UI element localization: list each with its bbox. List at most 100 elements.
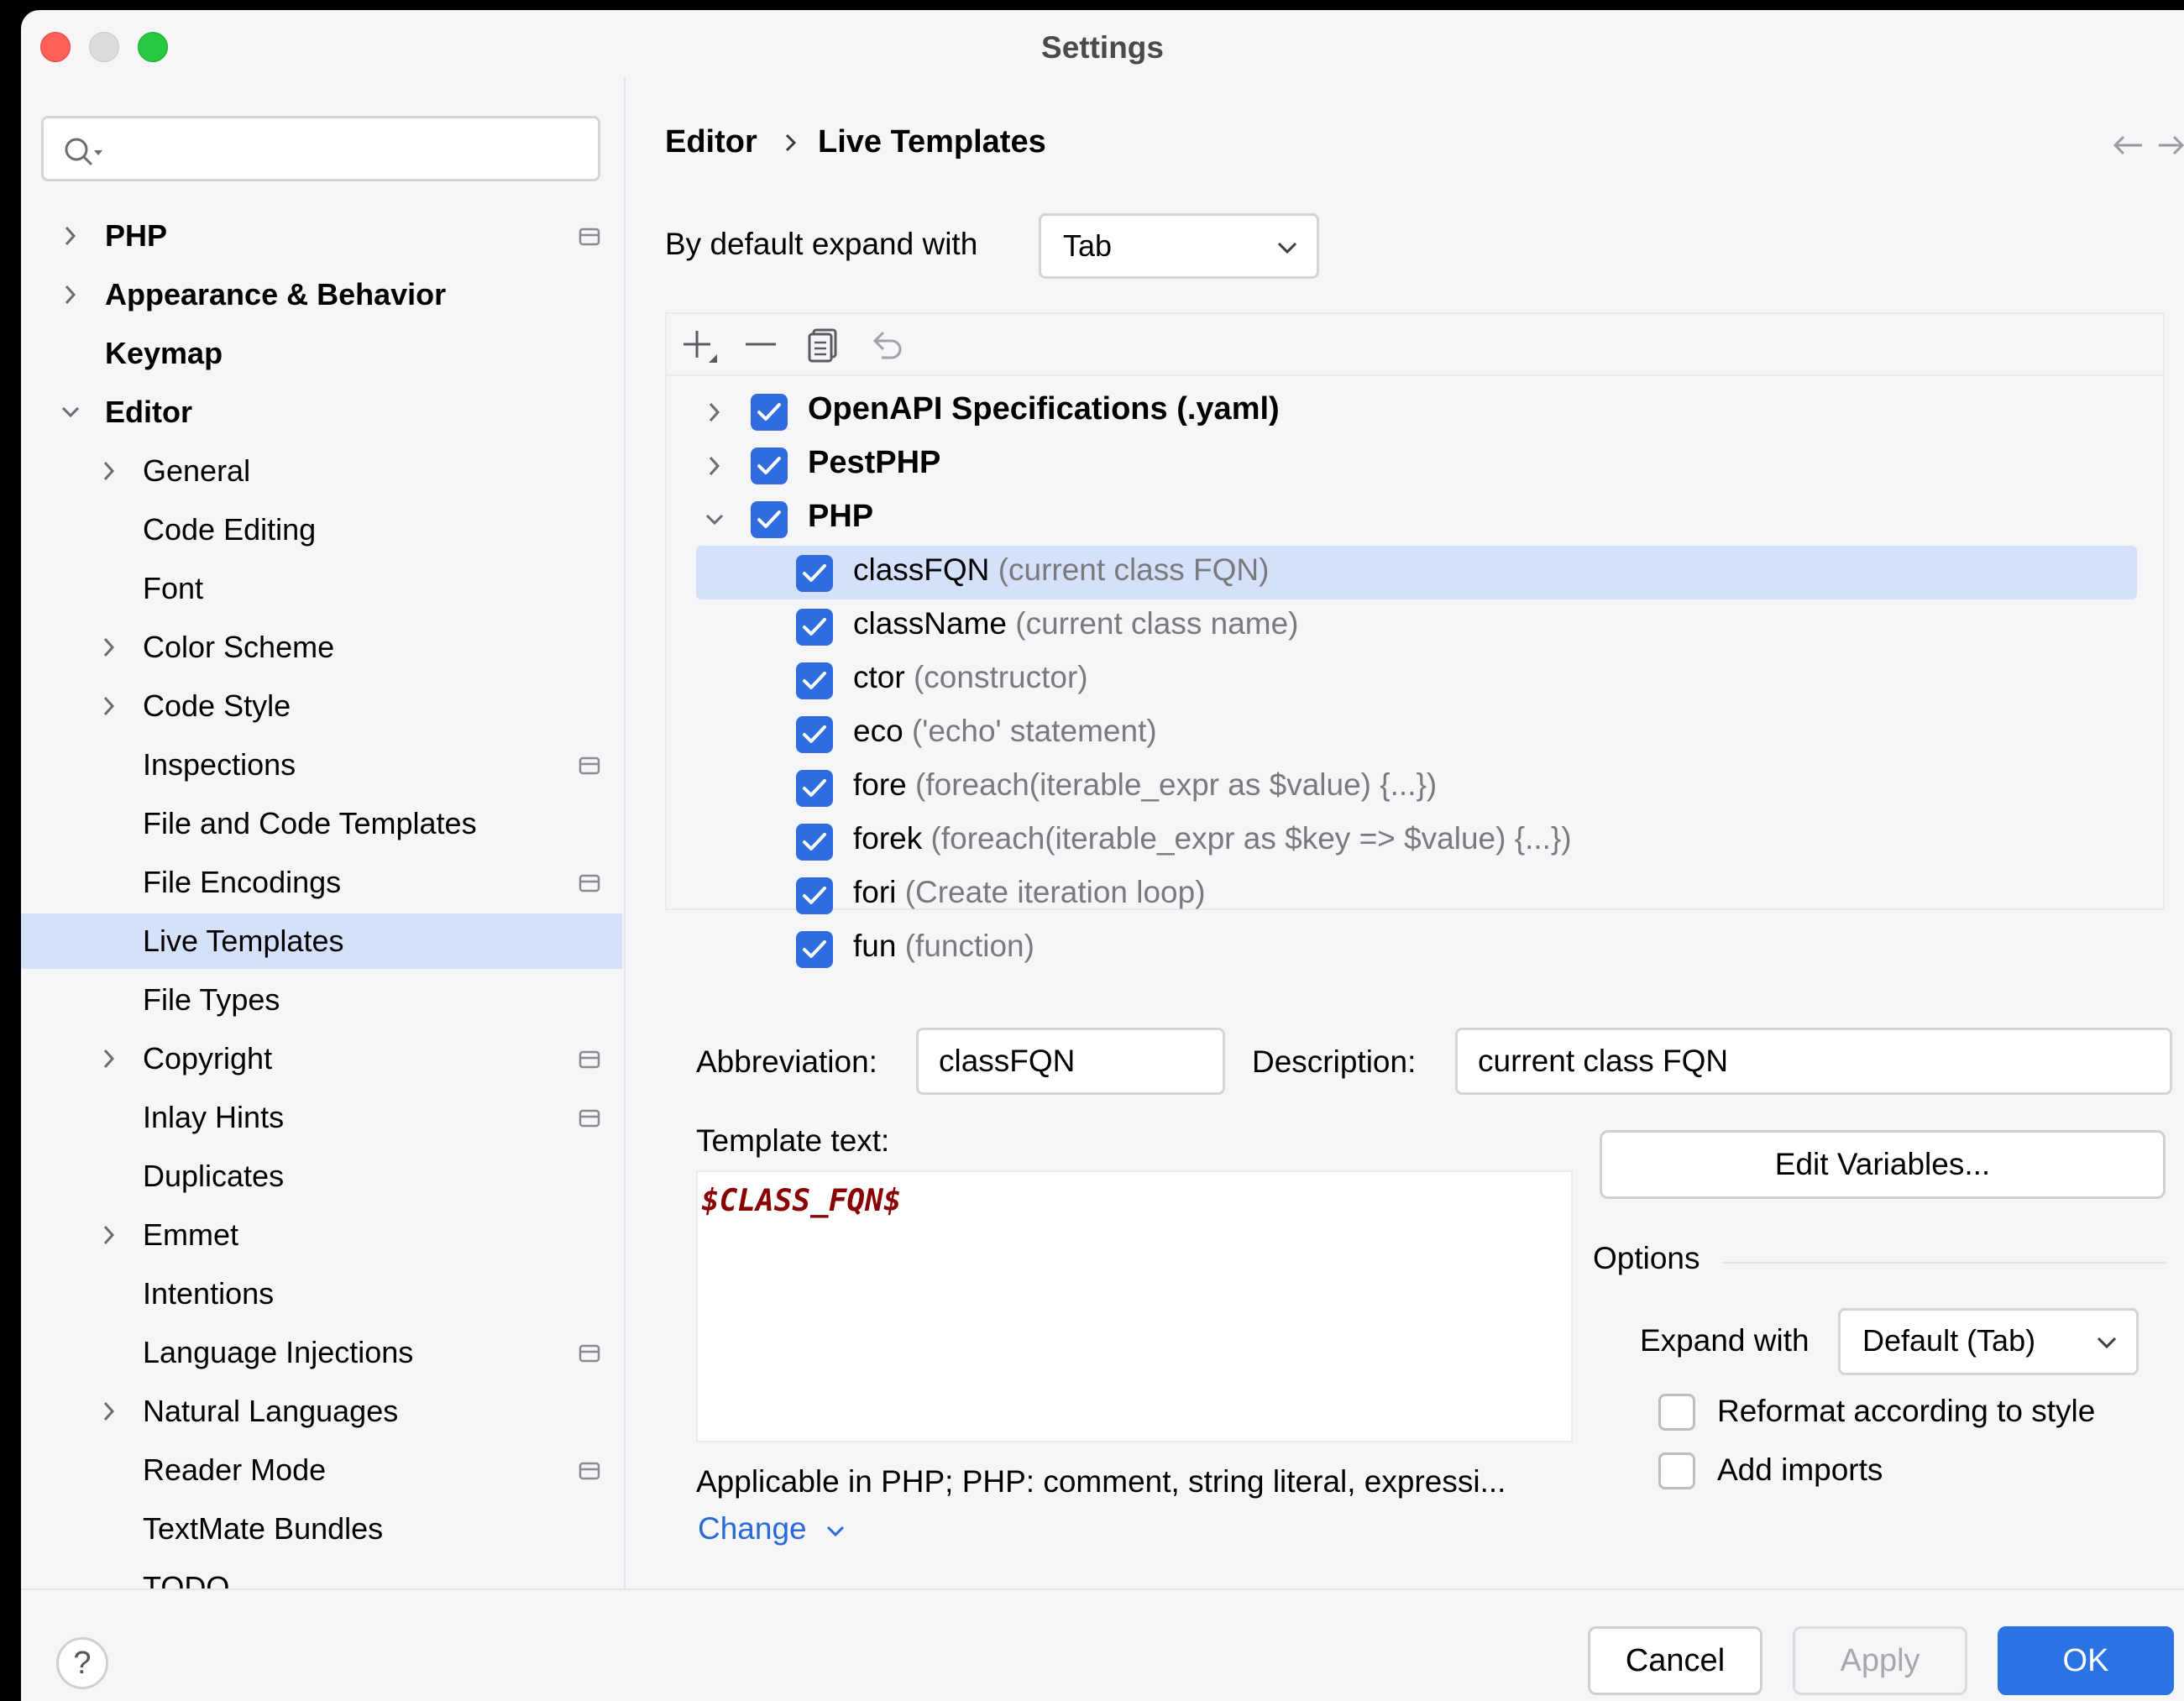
sidebar-item-label: Appearance & Behavior xyxy=(105,277,447,311)
template-row[interactable]: ctor (constructor) xyxy=(667,653,2163,707)
chevron-down-icon[interactable] xyxy=(60,401,81,423)
chevron-right-icon[interactable] xyxy=(704,401,725,423)
project-scope-icon xyxy=(579,228,600,246)
title-bar: Settings xyxy=(21,10,2184,77)
add-icon[interactable] xyxy=(680,327,719,366)
sidebar-item[interactable]: Code Editing xyxy=(21,502,622,557)
check-icon xyxy=(757,403,781,421)
template-group-checkbox[interactable] xyxy=(751,394,788,431)
settings-search-input[interactable] xyxy=(41,116,600,181)
template-row[interactable]: eco ('echo' statement) xyxy=(667,707,2163,761)
template-description: (constructor) xyxy=(913,660,1088,694)
sidebar-item[interactable]: Natural Languages xyxy=(21,1384,622,1439)
template-label: forek (foreach(iterable_expr as $key => … xyxy=(853,821,1572,856)
template-row[interactable]: fun (function) xyxy=(667,922,2163,976)
back-arrow-icon[interactable] xyxy=(2112,133,2145,158)
sidebar-item[interactable]: Font xyxy=(21,561,622,616)
template-checkbox[interactable] xyxy=(796,824,833,861)
sidebar-item-label: TextMate Bundles xyxy=(143,1511,384,1546)
chevron-right-icon[interactable] xyxy=(98,1400,120,1422)
template-row[interactable]: fore (foreach(iterable_expr as $value) {… xyxy=(667,761,2163,814)
add-imports-checkbox[interactable] xyxy=(1658,1452,1695,1489)
abbreviation-label: Abbreviation: xyxy=(696,1044,877,1079)
template-checkbox[interactable] xyxy=(796,555,833,592)
chevron-down-icon xyxy=(826,1526,845,1537)
sidebar-item[interactable]: PHP xyxy=(21,208,622,264)
chevron-right-icon[interactable] xyxy=(98,1048,120,1070)
template-group-checkbox[interactable] xyxy=(751,501,788,538)
template-checkbox[interactable] xyxy=(796,609,833,646)
check-icon xyxy=(803,833,826,850)
template-row[interactable]: className (current class name) xyxy=(667,599,2163,653)
undo-icon[interactable] xyxy=(868,327,905,363)
chevron-right-icon[interactable] xyxy=(60,284,81,306)
sidebar-item[interactable]: Inspections xyxy=(21,737,622,793)
expand-default-select[interactable]: Tab xyxy=(1039,213,1319,279)
sidebar-item[interactable]: Keymap xyxy=(21,326,622,381)
sidebar-item-label: Code Editing xyxy=(143,512,317,547)
chevron-right-icon[interactable] xyxy=(98,695,120,717)
template-checkbox[interactable] xyxy=(796,716,833,753)
expand-with-select[interactable]: Default (Tab) xyxy=(1838,1308,2139,1375)
copy-icon[interactable] xyxy=(806,327,840,363)
abbreviation-input[interactable]: classFQN xyxy=(916,1028,1225,1095)
template-checkbox[interactable] xyxy=(796,931,833,968)
project-scope-icon xyxy=(579,1109,600,1128)
sidebar-item[interactable]: TextMate Bundles xyxy=(21,1501,622,1557)
template-row[interactable]: classFQN (current class FQN) xyxy=(667,546,2163,599)
change-contexts-link[interactable]: Change xyxy=(698,1511,845,1547)
reformat-checkbox[interactable] xyxy=(1658,1394,1695,1431)
chevron-right-icon[interactable] xyxy=(98,1224,120,1246)
sidebar-item[interactable]: Code Style xyxy=(21,678,622,734)
help-button[interactable]: ? xyxy=(56,1637,108,1689)
settings-sidebar: PHP Appearance & Behavior Keymap Editor Gene… xyxy=(21,77,626,1604)
sidebar-item-label: Reader Mode xyxy=(143,1452,327,1487)
chevron-down-icon[interactable] xyxy=(704,509,725,531)
sidebar-item[interactable]: Color Scheme xyxy=(21,620,622,675)
sidebar-item[interactable]: Inlay Hints xyxy=(21,1090,622,1145)
sidebar-item[interactable]: File Types xyxy=(21,972,622,1028)
expand-with-label: Expand with xyxy=(1640,1323,1810,1358)
sidebar-item[interactable]: Intentions xyxy=(21,1266,622,1322)
cancel-button[interactable]: Cancel xyxy=(1588,1626,1762,1695)
template-group-row[interactable]: OpenAPI Specifications (.yaml) xyxy=(667,385,2163,438)
sidebar-item-label: Language Injections xyxy=(143,1335,414,1369)
apply-button[interactable]: Apply xyxy=(1793,1626,1967,1695)
ok-button[interactable]: OK xyxy=(1998,1626,2174,1695)
sidebar-item[interactable]: Emmet xyxy=(21,1207,622,1263)
sidebar-item[interactable]: Language Injections xyxy=(21,1325,622,1380)
template-row[interactable]: forek (foreach(iterable_expr as $key => … xyxy=(667,814,2163,868)
sidebar-item[interactable]: File and Code Templates xyxy=(21,796,622,851)
breadcrumb-parent[interactable]: Editor xyxy=(665,124,757,160)
template-group-checkbox[interactable] xyxy=(751,447,788,484)
chevron-right-icon[interactable] xyxy=(60,225,81,247)
forward-arrow-icon[interactable] xyxy=(2159,133,2184,158)
template-row[interactable]: fori (Create iteration loop) xyxy=(667,868,2163,922)
sidebar-item[interactable]: General xyxy=(21,443,622,499)
template-description: (Create iteration loop) xyxy=(904,875,1206,909)
template-group-row[interactable]: PestPHP xyxy=(667,438,2163,492)
template-checkbox[interactable] xyxy=(796,662,833,699)
edit-variables-button[interactable]: Edit Variables... xyxy=(1600,1130,2166,1199)
sidebar-item[interactable]: Live Templates xyxy=(21,913,622,969)
sidebar-item-label: File and Code Templates xyxy=(143,806,477,840)
template-text-editor[interactable]: $CLASS_FQN$ xyxy=(696,1170,1573,1442)
sidebar-item[interactable]: Copyright xyxy=(21,1031,622,1086)
template-checkbox[interactable] xyxy=(796,770,833,807)
sidebar-item[interactable]: Appearance & Behavior xyxy=(21,267,622,322)
breadcrumb-separator-icon xyxy=(785,133,797,152)
remove-icon[interactable] xyxy=(744,327,778,361)
sidebar-item[interactable]: File Encodings xyxy=(21,855,622,910)
sidebar-item[interactable]: Duplicates xyxy=(21,1149,622,1204)
template-label: className (current class name) xyxy=(853,606,1299,641)
template-group-row[interactable]: PHP xyxy=(667,492,2163,546)
chevron-right-icon[interactable] xyxy=(98,460,120,482)
sidebar-item[interactable]: Reader Mode xyxy=(21,1442,622,1498)
sidebar-item-label: PHP xyxy=(105,218,168,253)
template-checkbox[interactable] xyxy=(796,877,833,914)
template-label: ctor (constructor) xyxy=(853,660,1088,695)
chevron-right-icon[interactable] xyxy=(98,636,120,658)
sidebar-item[interactable]: Editor xyxy=(21,385,622,440)
chevron-right-icon[interactable] xyxy=(704,455,725,477)
description-input[interactable]: current class FQN xyxy=(1455,1028,2172,1095)
